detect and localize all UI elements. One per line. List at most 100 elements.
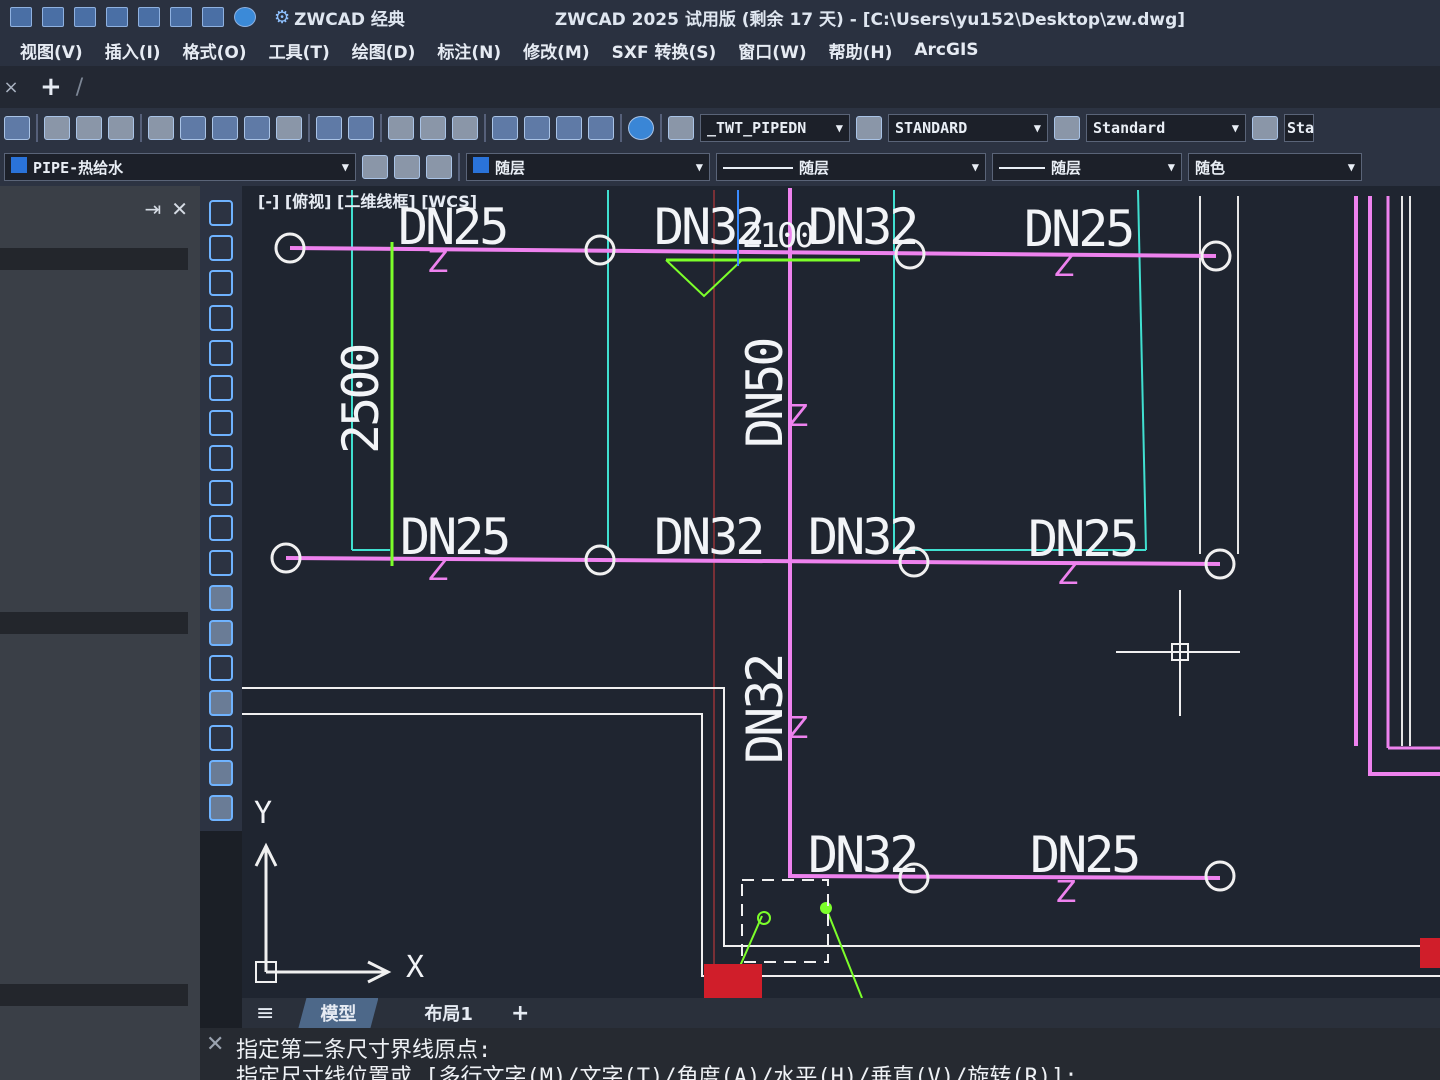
layer-states-icon[interactable] xyxy=(426,155,452,179)
dimension-value: 2100 xyxy=(742,216,815,256)
toolbar-separator xyxy=(458,153,460,181)
help-icon[interactable] xyxy=(628,116,654,140)
properties-icon[interactable] xyxy=(492,116,518,140)
insert-block-icon[interactable] xyxy=(209,585,233,611)
paste-icon[interactable] xyxy=(212,116,238,140)
workspace-selector[interactable]: ⚙ ZWCAD 经典 xyxy=(274,5,405,30)
multileader-style-value: Sta xyxy=(1287,119,1315,137)
menu-view[interactable]: 视图(V) xyxy=(20,38,83,63)
copy-clip-icon[interactable] xyxy=(180,116,206,140)
redo-icon[interactable] xyxy=(348,116,374,140)
menu-arcgis[interactable]: ArcGIS xyxy=(914,40,978,60)
chevron-down-icon: ▼ xyxy=(695,160,703,174)
new-tab-button[interactable]: + xyxy=(40,72,62,102)
layer-previous-icon[interactable] xyxy=(394,155,420,179)
print-icon[interactable] xyxy=(44,116,70,140)
menu-icon[interactable]: ≡ xyxy=(256,1001,274,1026)
wall-line xyxy=(1137,189,1147,551)
spline-icon[interactable] xyxy=(209,480,233,506)
region-icon[interactable] xyxy=(209,725,233,751)
menu-tools[interactable]: 工具(T) xyxy=(269,38,330,63)
undo-icon[interactable] xyxy=(170,7,192,27)
multileader-style-select[interactable]: Sta xyxy=(1284,114,1314,142)
layout-tab-bar: ≡ 模型 布局1 + xyxy=(242,998,1440,1028)
lineweight-current: 随层 xyxy=(999,157,1081,178)
ellipse-icon[interactable] xyxy=(209,515,233,541)
zoom-previous-icon[interactable] xyxy=(452,116,478,140)
menu-draw[interactable]: 绘图(D) xyxy=(352,38,416,63)
menu-help[interactable]: 帮助(H) xyxy=(829,38,893,63)
pipe-size-label: DN50 xyxy=(736,339,794,448)
chevron-down-icon: ▼ xyxy=(1231,121,1239,135)
palette-section[interactable] xyxy=(0,248,188,270)
point-icon[interactable] xyxy=(209,655,233,681)
menu-modify[interactable]: 修改(M) xyxy=(523,38,589,63)
tool-palette-icon[interactable] xyxy=(556,116,582,140)
pan-icon[interactable] xyxy=(388,116,414,140)
command-line[interactable]: ✕ 指定第二条尺寸界线原点: 指定尺寸线位置或 [多行文字(M)/文字(T)/角… xyxy=(200,1028,1440,1080)
menu-dimension[interactable]: 标注(N) xyxy=(437,38,501,63)
lineweight-select[interactable]: 随层 ▼ xyxy=(992,153,1182,181)
line-icon[interactable] xyxy=(209,200,233,226)
hatch-icon[interactable] xyxy=(209,690,233,716)
make-current-layer-icon[interactable] xyxy=(362,155,388,179)
toolbar-separator xyxy=(484,114,486,142)
revision-cloud-icon[interactable] xyxy=(209,445,233,471)
pipe-size-label: DN25 xyxy=(398,198,509,256)
drawing-canvas[interactable]: Z Z Z Z Z Z Z [-] [俯视] [二维线框] [WCS] DN25… xyxy=(242,186,1440,998)
close-icon[interactable]: ✕ xyxy=(171,197,188,221)
open-file-icon[interactable] xyxy=(42,7,64,27)
publish-icon[interactable] xyxy=(108,116,134,140)
zoom-window-icon[interactable] xyxy=(420,116,446,140)
table-icon[interactable] xyxy=(209,760,233,786)
menu-window[interactable]: 窗口(W) xyxy=(738,38,806,63)
dimension-value: 2500 xyxy=(332,345,390,454)
cut-icon[interactable] xyxy=(148,116,174,140)
polyline-icon[interactable] xyxy=(209,270,233,296)
toolbar-separator xyxy=(620,114,622,142)
close-icon[interactable]: × xyxy=(0,77,22,98)
construction-line-icon[interactable] xyxy=(209,235,233,261)
ellipse-arc-icon[interactable] xyxy=(209,550,233,576)
sheet-set-icon[interactable] xyxy=(588,116,614,140)
rectangle-icon[interactable] xyxy=(209,340,233,366)
table-style-select[interactable]: Standard ▼ xyxy=(1086,114,1246,142)
auto-hide-icon[interactable]: ⇥ xyxy=(144,197,161,221)
dimension-preview-box xyxy=(741,879,829,963)
linetype-select[interactable]: 随层 ▼ xyxy=(716,153,986,181)
tab-layout1[interactable]: 布局1 xyxy=(402,998,495,1028)
linetype-sample xyxy=(723,167,793,169)
print-preview-icon[interactable] xyxy=(76,116,102,140)
dim-style-select[interactable]: STANDARD ▼ xyxy=(888,114,1048,142)
multiline-text-icon[interactable] xyxy=(209,795,233,821)
help-icon[interactable] xyxy=(234,7,256,27)
circle-icon[interactable] xyxy=(209,410,233,436)
new-file-icon[interactable] xyxy=(10,7,32,27)
layer-select[interactable]: PIPE-热给水 ▼ xyxy=(4,153,356,181)
tab-model[interactable]: 模型 xyxy=(298,998,379,1028)
redo-icon[interactable] xyxy=(202,7,224,27)
design-center-icon[interactable] xyxy=(524,116,550,140)
brush-icon[interactable] xyxy=(276,116,302,140)
gear-icon: ⚙ xyxy=(274,6,291,28)
palette-section[interactable] xyxy=(0,984,188,1006)
match-properties-icon[interactable] xyxy=(244,116,270,140)
color-select[interactable]: 随层 ▼ xyxy=(466,153,710,181)
palette-section[interactable] xyxy=(0,612,188,634)
save-icon[interactable] xyxy=(74,7,96,27)
text-style-select[interactable]: _TWT_PIPEDN ▼ xyxy=(700,114,850,142)
add-layout-button[interactable]: + xyxy=(511,1001,529,1026)
menu-insert[interactable]: 插入(I) xyxy=(105,38,161,63)
preview-icon[interactable] xyxy=(138,7,160,27)
text-style-value: _TWT_PIPEDN xyxy=(707,119,807,137)
undo-icon[interactable] xyxy=(316,116,342,140)
arc-icon[interactable] xyxy=(209,375,233,401)
copy-icon[interactable] xyxy=(4,116,30,140)
close-icon[interactable]: ✕ xyxy=(206,1032,224,1057)
print-icon[interactable] xyxy=(106,7,128,27)
plot-style-select[interactable]: 随色 ▼ xyxy=(1188,153,1362,181)
menu-format[interactable]: 格式(O) xyxy=(183,38,247,63)
polygon-icon[interactable] xyxy=(209,305,233,331)
menu-sxf[interactable]: SXF 转换(S) xyxy=(612,38,717,63)
make-block-icon[interactable] xyxy=(209,620,233,646)
